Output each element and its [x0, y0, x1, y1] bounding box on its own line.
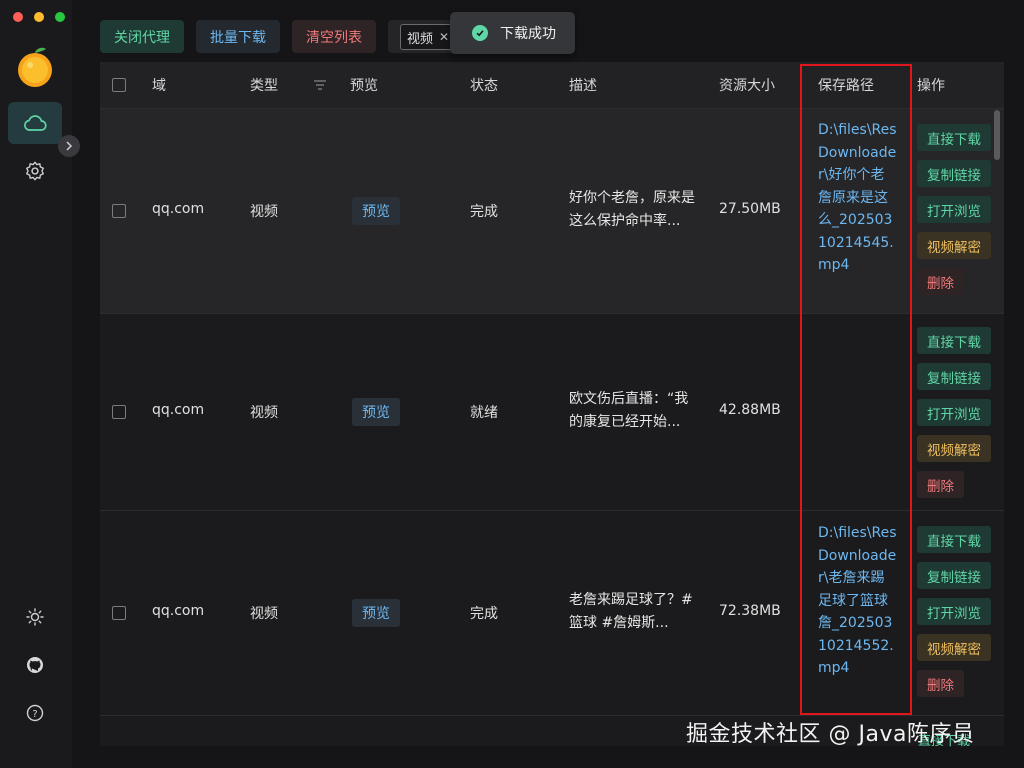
cell-description: 欧文伤后直播：“我 的康复已经开始...: [569, 391, 689, 430]
chevron-right-icon: [66, 141, 73, 151]
close-icon[interactable]: ✕: [439, 30, 449, 44]
copy-link-button[interactable]: 复制链接: [917, 160, 991, 187]
cell-description: 老詹来踢足球了？# 篮球 #詹姆斯...: [569, 592, 693, 631]
window-close-button[interactable]: [13, 12, 23, 22]
open-browse-button[interactable]: 打开浏览: [917, 598, 991, 625]
cell-size: 42.88MB: [719, 402, 781, 418]
cell-domain: qq.com: [152, 402, 205, 418]
header-status: 状态: [470, 78, 498, 94]
save-path-link[interactable]: D:\files\ResDownloader\老詹来踢足球了篮球詹_202503…: [818, 522, 898, 680]
header-size: 资源大小: [719, 78, 775, 94]
cell-status: 完成: [470, 606, 498, 622]
delete-button[interactable]: 删除: [917, 670, 964, 697]
direct-download-button[interactable]: 直接下载: [917, 124, 991, 151]
github-link[interactable]: [22, 652, 48, 678]
video-decrypt-button[interactable]: 视频解密: [917, 232, 991, 259]
batch-download-button[interactable]: 批量下载: [196, 20, 280, 53]
save-path-link[interactable]: D:\files\ResDownloader\好你个老詹原来是这么_202503…: [818, 119, 898, 277]
header-description: 描述: [569, 78, 597, 94]
nav-settings[interactable]: [22, 158, 48, 184]
cell-status: 完成: [470, 204, 498, 220]
clear-list-button[interactable]: 清空列表: [292, 20, 376, 53]
open-browse-button[interactable]: 打开浏览: [917, 399, 991, 426]
preview-button[interactable]: 预览: [352, 398, 400, 426]
cell-domain: qq.com: [152, 201, 205, 217]
table-row: qq.com 视频 预览 完成 老詹来踢足球了？# 篮球 #詹姆斯... 72.3…: [100, 511, 1004, 716]
gear-icon: [26, 161, 44, 181]
row-actions: 直接下载 复制链接 打开浏览 视频解密 删除: [917, 327, 997, 507]
header-actions: 操作: [917, 78, 945, 94]
cell-status: 就绪: [470, 405, 498, 421]
delete-button[interactable]: 删除: [917, 268, 964, 295]
header-type: 类型: [250, 78, 278, 94]
filter-tag-video: 视频 ✕: [400, 24, 457, 50]
table-row: qq.com 视频 预览 就绪 欧文伤后直播：“我 的康复已经开始... 42.8…: [100, 314, 1004, 511]
header-domain: 域: [152, 78, 166, 94]
row-checkbox[interactable]: [112, 405, 126, 419]
watermark-text: 掘金技术社区 @ Java陈序员: [686, 722, 975, 747]
delete-button[interactable]: 删除: [917, 471, 964, 498]
row-actions: 直接下载 复制链接 打开浏览 视频解密 删除: [917, 526, 997, 706]
nav-resources[interactable]: [8, 102, 62, 144]
preview-button[interactable]: 预览: [352, 197, 400, 225]
close-proxy-button[interactable]: 关闭代理: [100, 20, 184, 53]
toast-message: 下载成功: [500, 26, 556, 42]
header-preview: 预览: [350, 78, 378, 94]
cloud-icon: [24, 115, 47, 131]
window-maximize-button[interactable]: [55, 12, 65, 22]
cell-type: 视频: [250, 204, 278, 220]
table-row: qq.com 视频 预览 完成 好你个老詹，原来是 这么保护命中率... 27.5…: [100, 109, 1004, 314]
row-checkbox[interactable]: [112, 606, 126, 620]
open-browse-button[interactable]: 打开浏览: [917, 196, 991, 223]
cell-domain: qq.com: [152, 603, 205, 619]
copy-link-button[interactable]: 复制链接: [917, 363, 991, 390]
type-filter-icon[interactable]: [314, 62, 326, 108]
resource-table: 域 类型 预览 状态 描述 资源大小 保存路径 操作 qq.com 视频 预览 …: [100, 62, 1004, 746]
sun-icon: [26, 608, 44, 626]
video-decrypt-button[interactable]: 视频解密: [917, 634, 991, 661]
cell-type: 视频: [250, 606, 278, 622]
github-icon: [27, 657, 43, 673]
filter-tag-label: 视频: [407, 31, 434, 47]
table-header: 域 类型 预览 状态 描述 资源大小 保存路径 操作: [100, 62, 1004, 109]
orange-logo: [18, 47, 52, 87]
select-all-checkbox[interactable]: [112, 78, 126, 92]
direct-download-button[interactable]: 直接下载: [917, 526, 991, 553]
cell-size: 72.38MB: [719, 603, 781, 619]
copy-link-button[interactable]: 复制链接: [917, 562, 991, 589]
direct-download-button[interactable]: 直接下载: [917, 327, 991, 354]
table-scrollbar[interactable]: [994, 110, 1000, 160]
header-save-path: 保存路径: [818, 78, 874, 94]
svg-text:?: ?: [32, 709, 37, 720]
help-icon: ?: [26, 704, 44, 722]
sidebar: ?: [0, 0, 72, 768]
collapse-sidebar-button[interactable]: [58, 135, 80, 157]
help-button[interactable]: ?: [22, 700, 48, 726]
window-minimize-button[interactable]: [34, 12, 44, 22]
cell-size: 27.50MB: [719, 201, 781, 217]
theme-toggle[interactable]: [22, 604, 48, 630]
cell-type: 视频: [250, 405, 278, 421]
row-actions: 直接下载 复制链接 打开浏览 视频解密 删除: [917, 124, 997, 304]
row-checkbox[interactable]: [112, 204, 126, 218]
success-toast: 下载成功: [450, 12, 575, 54]
cell-description: 好你个老詹，原来是 这么保护命中率...: [569, 190, 695, 229]
preview-button[interactable]: 预览: [352, 599, 400, 627]
video-decrypt-button[interactable]: 视频解密: [917, 435, 991, 462]
check-circle-icon: [472, 25, 488, 41]
